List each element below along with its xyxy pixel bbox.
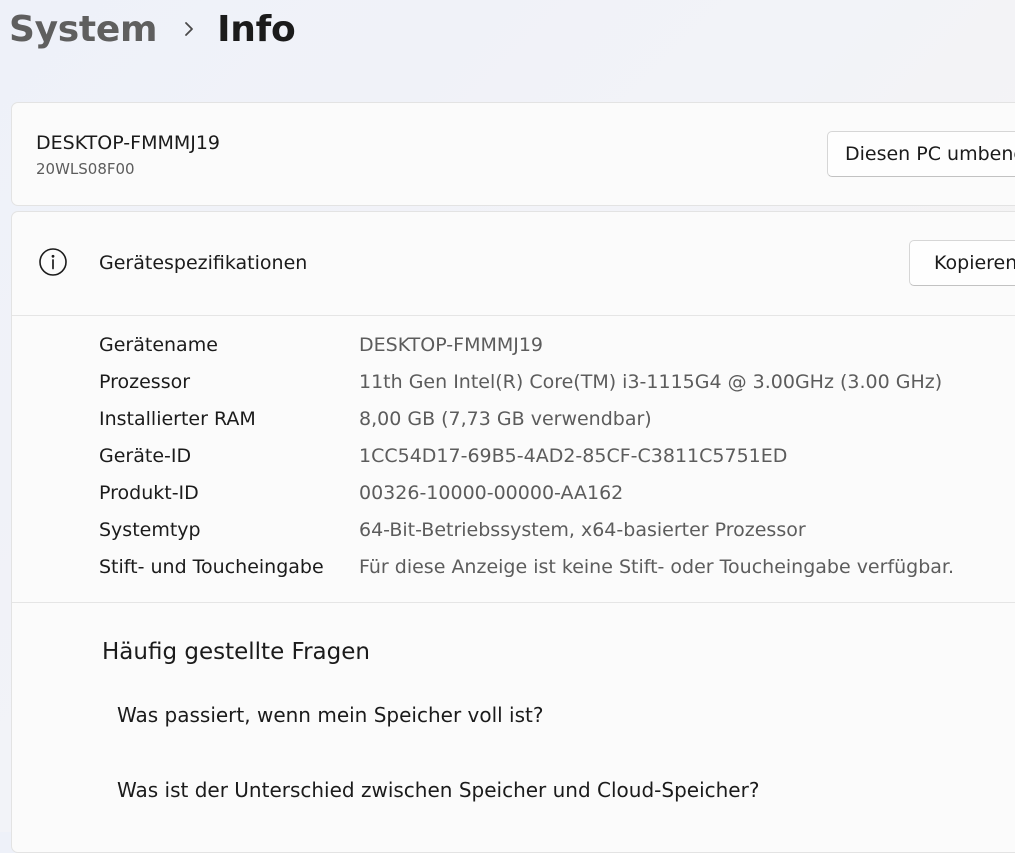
spec-row-processor: Prozessor 11th Gen Intel(R) Core(TM) i3-… xyxy=(99,365,1015,402)
chevron-right-icon xyxy=(183,20,195,38)
breadcrumb-parent-system[interactable]: System xyxy=(9,9,157,50)
spec-row-pen-touch: Stift- und Toucheingabe Für diese Anzeig… xyxy=(99,550,1015,587)
spec-value: 8,00 GB (7,73 GB verwendbar) xyxy=(359,408,652,430)
spec-row-installed-ram: Installierter RAM 8,00 GB (7,73 GB verwe… xyxy=(99,402,1015,439)
device-specifications-card: Gerätespezifikationen Kopieren Gerätenam… xyxy=(11,211,1015,853)
specs-table: Gerätename DESKTOP-FMMMJ19 Prozessor 11t… xyxy=(99,328,1015,587)
faq-item-storage-full[interactable]: Was passiert, wenn mein Speicher voll is… xyxy=(117,703,544,727)
spec-row-device-name: Gerätename DESKTOP-FMMMJ19 xyxy=(99,328,1015,365)
spec-value: DESKTOP-FMMMJ19 xyxy=(359,334,544,356)
pc-device-name: DESKTOP-FMMMJ19 xyxy=(36,132,221,154)
specs-header[interactable]: Gerätespezifikationen Kopieren xyxy=(12,212,1015,316)
spec-value: 1CC54D17-69B5-4AD2-85CF-C3811C5751ED xyxy=(359,445,788,467)
spec-label: Systemtyp xyxy=(99,519,201,541)
breadcrumb: System Info xyxy=(9,3,296,55)
spec-value: Für diese Anzeige ist keine Stift- oder … xyxy=(359,556,955,578)
pc-model-number: 20WLS08F00 xyxy=(36,160,135,178)
faq-title: Häufig gestellte Fragen xyxy=(102,639,370,665)
spec-row-system-type: Systemtyp 64-Bit-Betriebssystem, x64-bas… xyxy=(99,513,1015,550)
divider xyxy=(12,602,1015,603)
spec-label: Gerätename xyxy=(99,334,218,356)
copy-button[interactable]: Kopieren xyxy=(909,240,1015,286)
spec-label: Geräte-ID xyxy=(99,445,192,467)
spec-value: 00326-10000-00000-AA162 xyxy=(359,482,624,504)
spec-label: Produkt-ID xyxy=(99,482,199,504)
info-icon xyxy=(39,248,67,276)
faq-item-storage-vs-cloud[interactable]: Was ist der Unterschied zwischen Speiche… xyxy=(117,778,759,802)
spec-row-device-id: Geräte-ID 1CC54D17-69B5-4AD2-85CF-C3811C… xyxy=(99,439,1015,476)
spec-label: Installierter RAM xyxy=(99,408,256,430)
spec-value: 64-Bit-Betriebssystem, x64-basierter Pro… xyxy=(359,519,806,541)
spec-value: 11th Gen Intel(R) Core(TM) i3-1115G4 @ 3… xyxy=(359,371,943,393)
spec-label: Stift- und Toucheingabe xyxy=(99,556,324,578)
rename-pc-button[interactable]: Diesen PC umbenennen xyxy=(827,131,1015,177)
spec-row-product-id: Produkt-ID 00326-10000-00000-AA162 xyxy=(99,476,1015,513)
page-title: Info xyxy=(217,8,296,50)
pc-name-card: DESKTOP-FMMMJ19 20WLS08F00 Diesen PC umb… xyxy=(11,102,1015,206)
specs-title: Gerätespezifikationen xyxy=(99,252,308,274)
spec-label: Prozessor xyxy=(99,371,191,393)
